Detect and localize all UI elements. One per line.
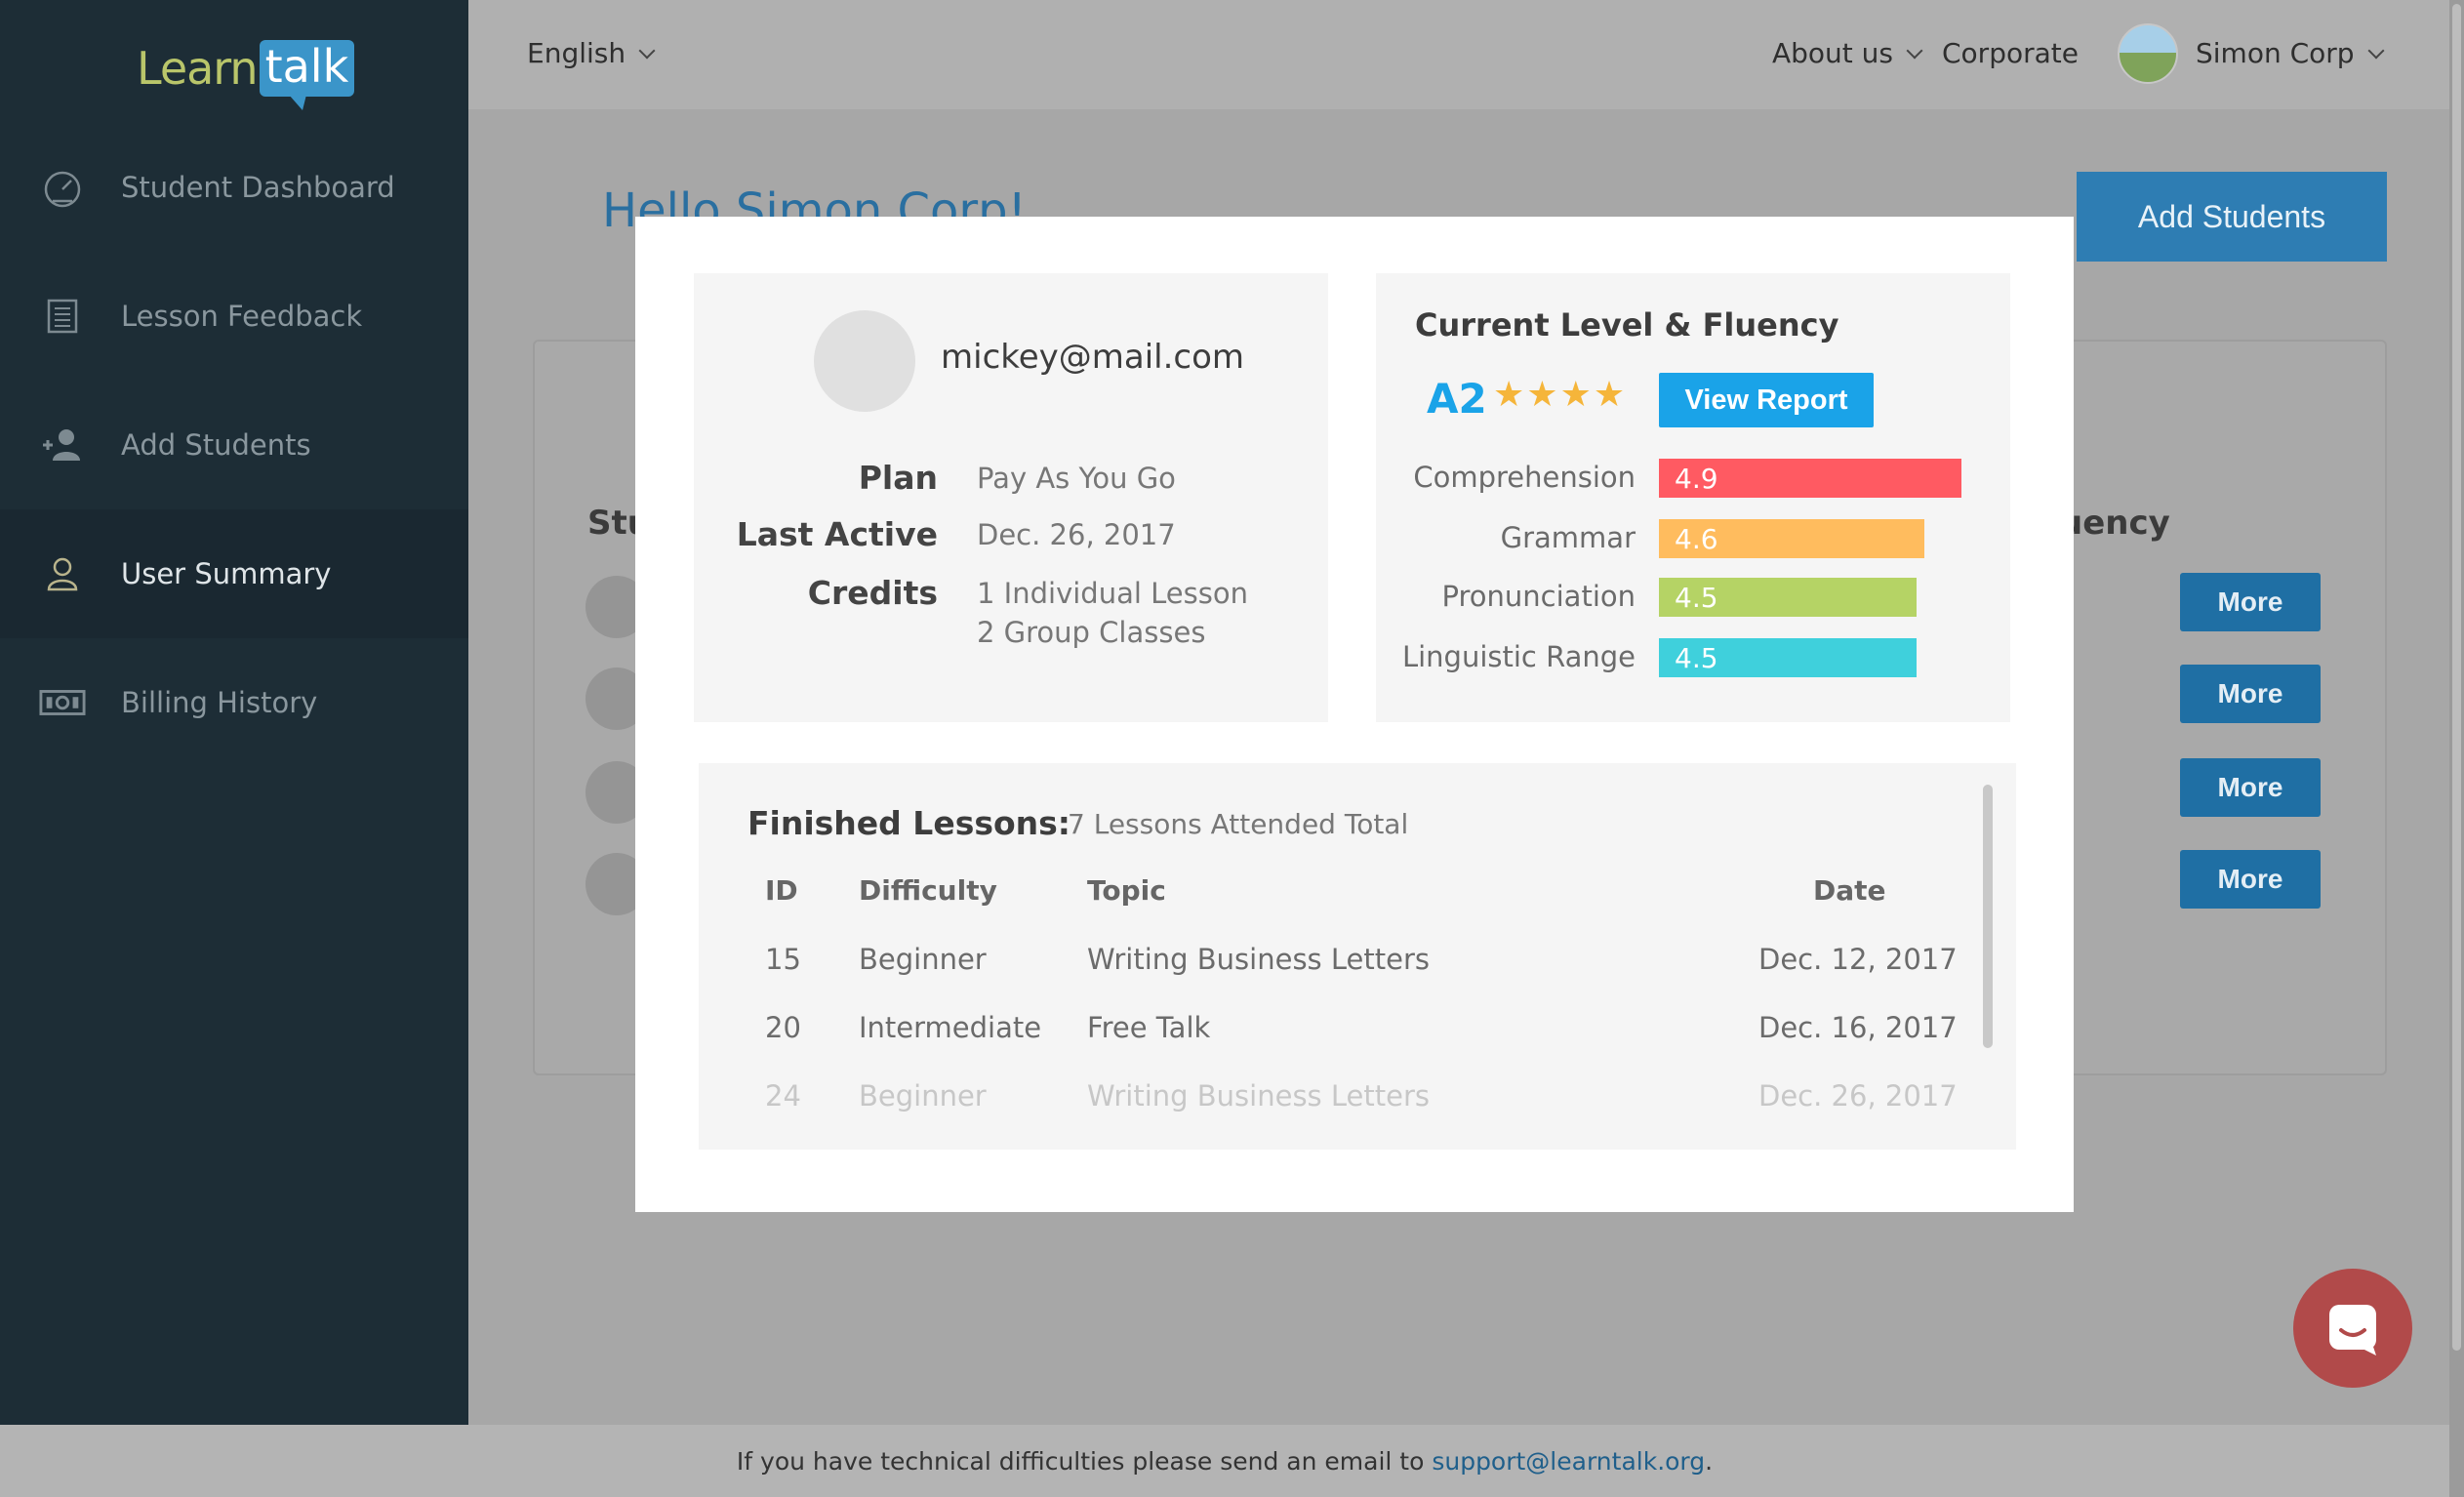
corporate-link[interactable]: Corporate (1942, 37, 2079, 69)
sidebar-item-billing-history[interactable]: Billing History (0, 638, 468, 767)
about-us-label: About us (1772, 37, 1894, 69)
lesson-difficulty: Intermediate (859, 1011, 1042, 1044)
fluency-panel: Current Level & Fluency A2 ★★★★ View Rep… (1376, 273, 2010, 722)
account-avatar[interactable] (2118, 23, 2178, 84)
skill-bar-pronunciation: 4.5 (1659, 578, 1917, 617)
sidebar-item-label: Billing History (121, 686, 318, 719)
lesson-topic: Writing Business Letters (1087, 1079, 1430, 1113)
skill-score: 4.5 (1675, 581, 1718, 614)
document-list-icon (39, 293, 86, 340)
sidebar-item-lesson-feedback[interactable]: Lesson Feedback (0, 252, 468, 381)
skill-bar-comprehension: 4.9 (1659, 459, 1961, 498)
add-user-icon (39, 422, 86, 468)
column-header-topic: Topic (1087, 874, 1166, 907)
column-header-difficulty: Difficulty (859, 874, 997, 907)
star-icon: ★ (1593, 375, 1628, 415)
user-summary-modal: mickey@mail.com Plan Pay As You Go Last … (635, 217, 2074, 1212)
sidebar-item-label: Add Students (121, 428, 311, 462)
skill-score: 4.9 (1675, 462, 1718, 495)
plan-label: Plan (858, 459, 938, 497)
skill-label-linguistic-range: Linguistic Range (1401, 640, 1636, 673)
learntalk-logo[interactable]: Learn talk (137, 29, 355, 110)
footer-period: . (1705, 1446, 1714, 1476)
column-header-date: Date (1813, 874, 1886, 907)
fluency-heading: uency (2059, 504, 2170, 543)
lesson-id: 24 (765, 1079, 801, 1113)
star-icon: ★ (1526, 375, 1560, 415)
lesson-id: 15 (765, 943, 801, 976)
lesson-date: Dec. 12, 2017 (1758, 943, 1958, 976)
sidebar-item-user-summary[interactable]: User Summary (0, 509, 468, 638)
logo-talk-text: talk (259, 40, 355, 110)
plan-value: Pay As You Go (977, 462, 1176, 495)
credits-label: Credits (807, 574, 938, 612)
student-avatar (814, 310, 915, 412)
lesson-date: Dec. 16, 2017 (1758, 1011, 1958, 1044)
last-active-value: Dec. 26, 2017 (977, 518, 1176, 551)
view-report-button[interactable]: View Report (1659, 373, 1874, 427)
sidebar-item-student-dashboard[interactable]: Student Dashboard (0, 123, 468, 252)
top-bar: English About us Corporate Simon Corp (468, 0, 2449, 109)
sidebar: Learn talk Student Dashboard Lesson Feed… (0, 0, 468, 1425)
scrollbar-thumb[interactable] (2452, 4, 2461, 1351)
lessons-scrollbar[interactable] (1983, 785, 1993, 1048)
skill-score: 4.5 (1675, 641, 1718, 674)
lessons-total: 7 Lessons Attended Total (1068, 808, 1409, 840)
skill-label-grammar: Grammar (1500, 521, 1636, 554)
lesson-topic: Free Talk (1087, 1011, 1211, 1044)
credits-individual: 1 Individual Lesson (977, 577, 1248, 610)
add-students-button[interactable]: Add Students (2077, 172, 2387, 262)
more-button[interactable]: More (2180, 758, 2321, 817)
sidebar-item-add-students[interactable]: Add Students (0, 381, 468, 509)
support-email-link[interactable]: support@learntalk.org (1432, 1447, 1705, 1476)
skill-bar-grammar: 4.6 (1659, 519, 1924, 558)
skill-label-comprehension: Comprehension (1413, 461, 1636, 494)
more-button[interactable]: More (2180, 573, 2321, 631)
lesson-id: 20 (765, 1011, 801, 1044)
chevron-down-icon (1906, 42, 1923, 60)
user-icon (39, 550, 86, 597)
footer-text: If you have technical difficulties pleas… (736, 1446, 1425, 1476)
account-name: Simon Corp (2196, 37, 2355, 69)
star-icon: ★ (1559, 375, 1594, 415)
lesson-difficulty: Beginner (859, 943, 987, 976)
sidebar-item-label: Student Dashboard (121, 171, 395, 204)
page-scrollbar[interactable] (2449, 0, 2464, 1497)
more-button[interactable]: More (2180, 665, 2321, 723)
level-badge: A2 (1427, 375, 1487, 423)
column-header-id: ID (765, 874, 798, 907)
account-dropdown[interactable]: Simon Corp (2196, 37, 2385, 69)
last-active-label: Last Active (736, 515, 938, 553)
skill-label-pronunciation: Pronunciation (1441, 580, 1636, 613)
finished-lessons-title: Finished Lessons: (747, 804, 1070, 842)
fluency-title: Current Level & Fluency (1415, 306, 1839, 344)
credits-group: 2 Group Classes (977, 616, 1206, 649)
footer: If you have technical difficulties pleas… (0, 1425, 2449, 1497)
sidebar-item-label: Lesson Feedback (121, 300, 363, 333)
speedometer-icon (39, 164, 86, 211)
more-button[interactable]: More (2180, 850, 2321, 909)
chat-icon (2329, 1305, 2376, 1355)
language-label: English (527, 37, 626, 69)
language-dropdown[interactable]: English (527, 37, 656, 69)
star-rating: ★★★★ (1493, 375, 1627, 415)
skill-bar-linguistic-range: 4.5 (1659, 638, 1917, 677)
profile-panel: mickey@mail.com Plan Pay As You Go Last … (694, 273, 1328, 722)
sidebar-item-label: User Summary (121, 557, 332, 590)
lesson-date: Dec. 26, 2017 (1758, 1079, 1958, 1113)
star-icon: ★ (1493, 375, 1527, 415)
skill-score: 4.6 (1675, 522, 1718, 555)
about-us-dropdown[interactable]: About us (1772, 37, 1923, 69)
chevron-down-icon (638, 42, 656, 60)
chevron-down-icon (2367, 42, 2385, 60)
chat-button[interactable] (2293, 1269, 2412, 1388)
logo-learn-text: Learn (137, 42, 259, 95)
lesson-topic: Writing Business Letters (1087, 943, 1430, 976)
lesson-difficulty: Beginner (859, 1079, 987, 1113)
finished-lessons-panel: Finished Lessons: 7 Lessons Attended Tot… (699, 763, 2016, 1150)
student-email: mickey@mail.com (941, 338, 1245, 377)
banknote-icon (39, 679, 86, 726)
